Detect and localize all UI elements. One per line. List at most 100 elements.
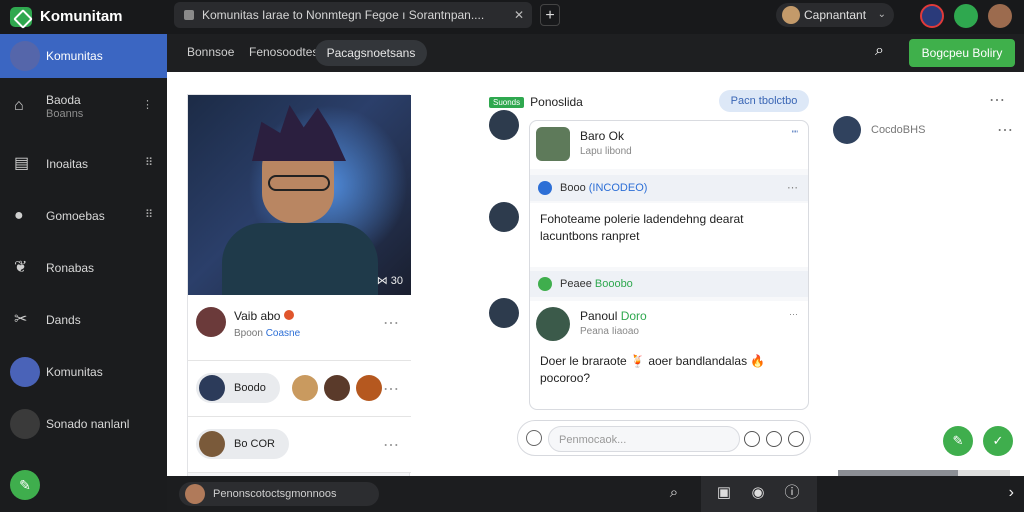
sidebar-item-ronabas[interactable]: ❦ Ronabas — [0, 246, 167, 290]
next-arrow-icon[interactable]: › — [1009, 484, 1014, 502]
bottom-bar: Penonscotoctsgmonnoos ⌕ ▣ ◉ ⓘ › — [167, 476, 1024, 512]
avatar — [199, 375, 225, 401]
home-icon: ⌂ — [14, 97, 24, 114]
gif-icon[interactable] — [744, 431, 760, 447]
reply-composer: Penmocaok... — [517, 420, 811, 456]
avatar — [833, 116, 861, 144]
hero-image[interactable]: ⋈ 30 — [188, 95, 411, 295]
reply-input[interactable]: Penmocaok... — [548, 426, 740, 452]
avatar — [185, 484, 205, 504]
message-item[interactable]: Panoul Doro Peana Iiaoao ⋯ Doer le brara… — [530, 301, 808, 409]
sidebar-item-label: Komunitas — [46, 365, 103, 379]
sidebar-item-dands[interactable]: ✂ Dands — [0, 298, 167, 342]
more-icon[interactable]: ⋮ — [142, 98, 153, 111]
more-icon[interactable]: ⋯ — [989, 90, 1005, 110]
check-icon — [538, 277, 552, 291]
grip-icon[interactable]: ⠿ — [145, 208, 153, 221]
check-icon: ✓ — [992, 433, 1004, 448]
messages-icon[interactable] — [954, 4, 978, 28]
quote-icon[interactable]: "" — [792, 129, 798, 139]
notification-icon[interactable] — [920, 4, 944, 28]
user-chip[interactable]: Bo COR — [196, 429, 289, 459]
avatar[interactable] — [324, 375, 350, 401]
new-tab-button[interactable]: + — [540, 4, 560, 26]
avatar — [536, 307, 570, 341]
tab-close-icon[interactable]: ✕ — [514, 2, 524, 28]
search-icon[interactable]: ⌕ — [665, 484, 683, 502]
hero-character-glasses — [268, 175, 330, 191]
sidebar-item-sublabel: Boanns — [46, 108, 84, 120]
user-chip[interactable]: Boodo — [196, 373, 280, 403]
image-icon[interactable]: ▣ — [715, 484, 733, 502]
bottom-toolbar: ▣ ◉ ⓘ — [701, 476, 817, 512]
camera-icon[interactable]: ◉ — [749, 484, 767, 502]
post-body: Fohoteame polerie ladendehng dearat lacu… — [530, 203, 808, 267]
more-icon[interactable]: ⋯ — [787, 175, 798, 201]
right-panel-user[interactable]: CocdoBHS ⋯ — [833, 116, 1013, 146]
sidebar-item-label: Dands — [46, 313, 81, 327]
sidebar-item-inoaitas[interactable]: ▤ Inoaitas ⠿ — [0, 142, 167, 186]
main-content: ⋈ 30 Vaib abo Bpoon Coasne ⋯ Boodo ⋯ Bo … — [167, 72, 1024, 478]
tab-favicon-icon — [184, 10, 194, 20]
message-thread: Baro Ok Lapu libond "" Booo (INCODEO) ⋯ … — [529, 120, 809, 410]
more-icon[interactable]: ⋯ — [383, 435, 399, 455]
bottom-user-pill[interactable]: Penonscotoctsgmonnoos — [179, 482, 379, 506]
app-logo-icon[interactable] — [10, 7, 32, 27]
search-icon[interactable]: ⌕ — [875, 42, 884, 60]
avatar[interactable] — [489, 202, 519, 232]
nav-link[interactable]: Bonnsoe — [187, 45, 234, 59]
post-text: Fohoteame polerie ladendehng dearat lacu… — [540, 212, 744, 243]
primary-action-button[interactable]: Bogcpeu Boliry — [909, 39, 1015, 67]
more-icon[interactable]: ⋯ — [383, 313, 399, 333]
confirm-button[interactable]: ✓ — [983, 426, 1013, 456]
attach-icon[interactable] — [526, 430, 542, 446]
account-switcher[interactable]: Capnantant ⌄ — [776, 3, 894, 27]
browser-top-bar: Komunitam Komunitas Iarae to Nonmtegn Fe… — [0, 0, 1024, 34]
author-link[interactable]: Coasne — [266, 328, 300, 339]
avatar[interactable] — [356, 375, 382, 401]
sidebar-item-sonado[interactable]: Sonado nanlanl — [0, 402, 167, 446]
send-icon[interactable] — [788, 431, 804, 447]
message-status-bar[interactable]: Peaee Booobo — [530, 271, 808, 297]
more-icon[interactable]: ⋯ — [789, 309, 798, 320]
sidebar-item-label: Sonado nanlanl — [46, 417, 130, 431]
sidebar-item-baoda[interactable]: ⌂ Baoda Boanns ⋮ — [0, 84, 167, 128]
status-highlight: (INCODEO) — [588, 182, 648, 194]
chat-icon: ● — [14, 207, 24, 224]
avatar[interactable] — [489, 110, 519, 140]
avatar[interactable] — [292, 375, 318, 401]
pencil-icon: ✎ — [19, 477, 31, 493]
edit-button[interactable]: ✎ — [943, 426, 973, 456]
media-timer: ⋈ 30 — [376, 275, 403, 287]
sidebar-item-komunitas-2[interactable]: Komunitas — [0, 350, 167, 394]
message-sub: Lapu libond — [580, 146, 632, 157]
chevron-down-icon: ⌄ — [877, 9, 886, 20]
right-panel-username: CocdoBHS — [871, 124, 926, 136]
sidebar-item-gomoebas[interactable]: ● Gomoebas ⠿ — [0, 194, 167, 238]
more-icon[interactable]: ⋯ — [383, 379, 399, 399]
compose-button[interactable]: ✎ — [10, 470, 40, 500]
message-status-bar[interactable]: Booo (INCODEO) ⋯ — [530, 175, 808, 201]
emoji-icon[interactable] — [766, 431, 782, 447]
message-item[interactable]: Baro Ok Lapu libond "" — [530, 121, 808, 169]
card-author[interactable]: Vaib abo Bpoon Coasne ⋯ — [188, 295, 411, 361]
filter-pill[interactable]: Pacn tbolctbo — [719, 90, 809, 112]
more-icon[interactable]: ⋯ — [997, 120, 1013, 140]
sidebar-item-label: Baoda — [46, 93, 81, 107]
sidebar-item-label: Ronabas — [46, 261, 95, 275]
avatar — [10, 357, 40, 387]
avatar — [10, 41, 40, 71]
sidebar-item-komunitas[interactable]: Komunitas — [0, 34, 167, 78]
user-avatar[interactable] — [988, 4, 1012, 28]
sidebar-item-label: Inoaitas — [46, 157, 89, 171]
list-item: Boodo ⋯ — [188, 361, 411, 417]
tab-active[interactable]: Pacagsnoetsans — [315, 40, 427, 66]
info-icon — [538, 181, 552, 195]
avatar[interactable] — [489, 298, 519, 328]
browser-tab[interactable]: Komunitas Iarae to Nonmtegn Fegoe ı Sora… — [174, 2, 532, 28]
info-icon[interactable]: ⓘ — [783, 484, 801, 502]
list-item: Bo COR ⋯ — [188, 417, 411, 473]
message-sub: Peana Iiaoao — [580, 326, 639, 337]
grip-icon[interactable]: ⠿ — [145, 156, 153, 169]
nav-link[interactable]: Fenosoodtes — [249, 45, 318, 59]
